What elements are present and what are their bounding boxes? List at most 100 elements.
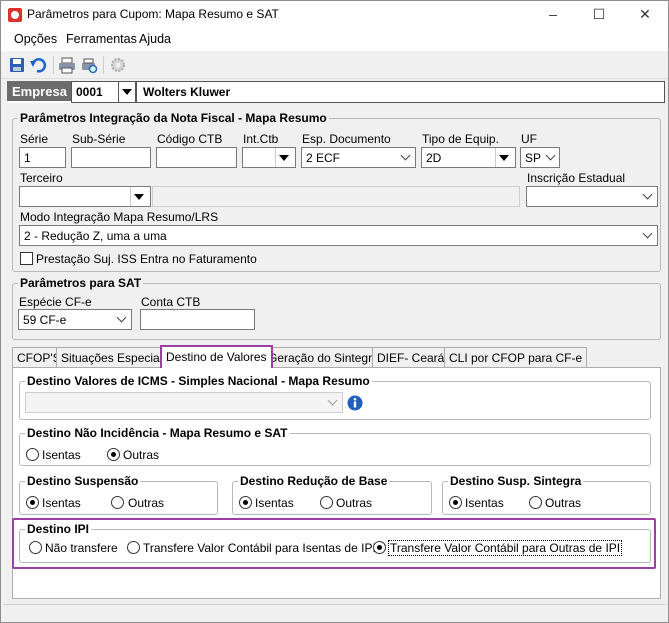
menu-ajuda[interactable]: Ajuda — [139, 32, 171, 46]
susp-sintegra-title: Destino Susp. Sintegra — [448, 474, 584, 488]
title-bar: Parâmetros para Cupom: Mapa Resumo e SAT… — [1, 1, 668, 29]
subserie-label: Sub-Série — [72, 132, 126, 146]
print-icon[interactable] — [58, 56, 76, 74]
serie-label: Série — [20, 132, 49, 146]
empresa-label: Empresa — [7, 81, 71, 103]
status-bar — [3, 604, 666, 621]
icms-group-title: Destino Valores de ICMS - Simples Nacion… — [25, 374, 372, 388]
modo-select[interactable]: 2 - Redução Z, uma a uma — [19, 225, 658, 246]
suspensao-outras-radio[interactable] — [111, 496, 124, 509]
nao-incidencia-outras-label: Outras — [123, 448, 160, 462]
maximize-button[interactable]: ☐ — [576, 1, 622, 29]
menu-bar: Opções Ferramentas Ajuda — [1, 29, 668, 51]
conta-label: Conta CTB — [141, 295, 201, 309]
susp-sintegra-outras-label: Outras — [545, 496, 582, 510]
modo-label: Modo Integração Mapa Resumo/LRS — [20, 210, 219, 224]
terceiro-label: Terceiro — [20, 171, 63, 185]
tipo-value: 2D — [426, 151, 442, 165]
chevron-down-icon[interactable] — [275, 148, 295, 167]
especie-select[interactable]: 59 CF-e — [18, 309, 132, 330]
espdoc-value: 2 ECF — [306, 151, 341, 165]
sat-group-title: Parâmetros para SAT — [18, 276, 144, 290]
reducao-isentas-radio[interactable] — [239, 496, 252, 509]
nao-incidencia-isentas-label: Isentas — [42, 448, 81, 462]
terceiro-combo[interactable] — [19, 186, 151, 207]
reducao-title: Destino Redução de Base — [238, 474, 390, 488]
ipi-isentas-radio[interactable] — [127, 541, 140, 554]
chevron-down-icon[interactable] — [495, 148, 515, 167]
main-window: Parâmetros para Cupom: Mapa Resumo e SAT… — [0, 0, 669, 623]
tab-geracao-sintegra[interactable]: Geração do Sintegra — [263, 347, 384, 367]
especie-value: 59 CF-e — [23, 313, 67, 327]
menu-opcoes[interactable]: Opções — [14, 32, 57, 46]
empresa-row: Empresa 0001 Wolters Kluwer — [5, 81, 665, 103]
ctb-label: Código CTB — [157, 132, 223, 146]
nao-incidencia-isentas-radio[interactable] — [26, 448, 39, 461]
reducao-isentas-label: Isentas — [255, 496, 294, 510]
uf-label: UF — [521, 132, 537, 146]
ipi-isentas-label: Transfere Valor Contábil para Isentas de… — [143, 541, 376, 555]
nao-incidencia-outras-radio[interactable] — [107, 448, 120, 461]
uf-select[interactable]: SP — [520, 147, 560, 168]
menu-ferramentas[interactable]: Ferramentas — [66, 32, 137, 46]
tipo-label: Tipo de Equip. — [422, 132, 499, 146]
empresa-name: Wolters Kluwer — [136, 81, 665, 103]
close-button[interactable]: ✕ — [622, 1, 668, 29]
uf-value: SP — [525, 151, 542, 165]
chevron-down-icon[interactable] — [398, 148, 415, 167]
susp-sintegra-outras-radio[interactable] — [529, 496, 542, 509]
espdoc-label: Esp. Documento — [302, 132, 391, 146]
chevron-down-icon[interactable] — [325, 393, 342, 412]
undo-icon[interactable] — [29, 56, 47, 74]
toolbar — [1, 51, 668, 79]
chevron-down-icon[interactable] — [130, 187, 150, 206]
tab-cli-cfop[interactable]: CLI por CFOP para CF-e — [444, 347, 588, 367]
chevron-down-icon[interactable] — [114, 310, 131, 329]
susp-sintegra-isentas-radio[interactable] — [449, 496, 462, 509]
ipi-outras-radio[interactable] — [373, 541, 386, 554]
suspensao-title: Destino Suspensão — [25, 474, 141, 488]
suspensao-isentas-label: Isentas — [42, 496, 81, 510]
conta-input[interactable] — [140, 309, 255, 330]
chevron-down-icon[interactable] — [640, 187, 657, 206]
intctb-combo[interactable] — [242, 147, 296, 168]
susp-sintegra-isentas-label: Isentas — [465, 496, 504, 510]
subserie-input[interactable] — [71, 147, 151, 168]
chevron-down-icon[interactable] — [543, 148, 559, 167]
nf-group-title: Parâmetros Integração da Nota Fiscal - M… — [18, 111, 329, 125]
minimize-button[interactable]: – — [530, 1, 576, 29]
ie-select[interactable] — [526, 186, 658, 207]
modo-value: 2 - Redução Z, uma a uma — [24, 229, 167, 243]
tab-destino-de-valores[interactable]: Destino de Valores — [160, 345, 273, 368]
empresa-code: 0001 — [76, 85, 103, 99]
nao-incidencia-title: Destino Não Incidência - Mapa Resumo e S… — [25, 426, 290, 440]
prestacao-checkbox[interactable] — [20, 252, 33, 265]
info-icon[interactable] — [347, 395, 363, 411]
ipi-nao-transfere-label: Não transfere — [45, 541, 118, 555]
ipi-title: Destino IPI — [25, 522, 92, 536]
ipi-outras-label: Transfere Valor Contábil para Outras de … — [388, 540, 623, 556]
suspensao-isentas-radio[interactable] — [26, 496, 39, 509]
chevron-down-icon[interactable] — [640, 226, 657, 245]
reducao-outras-label: Outras — [336, 496, 373, 510]
suspensao-outras-label: Outras — [128, 496, 165, 510]
terceiro-name-display — [152, 186, 520, 207]
ie-label: Inscrição Estadual — [527, 171, 626, 185]
chevron-down-icon[interactable] — [118, 82, 135, 102]
app-icon — [8, 8, 22, 22]
ipi-nao-transfere-radio[interactable] — [29, 541, 42, 554]
save-icon[interactable] — [8, 56, 26, 74]
espdoc-select[interactable]: 2 ECF — [301, 147, 416, 168]
print-preview-icon[interactable] — [80, 56, 98, 74]
ctb-input[interactable] — [156, 147, 237, 168]
prestacao-label: Prestação Suj. ISS Entra no Faturamento — [36, 252, 257, 266]
settings-icon[interactable] — [109, 56, 127, 74]
empresa-code-combo[interactable]: 0001 — [71, 81, 136, 103]
intctb-label: Int.Ctb — [243, 132, 279, 146]
tipo-combo[interactable]: 2D — [421, 147, 516, 168]
serie-input[interactable]: 1 — [19, 147, 66, 168]
icms-select[interactable] — [25, 392, 343, 413]
reducao-outras-radio[interactable] — [320, 496, 333, 509]
tab-dief-ceara[interactable]: DIEF- Ceará — [372, 347, 450, 367]
tab-situacoes-especiais[interactable]: Situações Especiais — [56, 347, 174, 367]
